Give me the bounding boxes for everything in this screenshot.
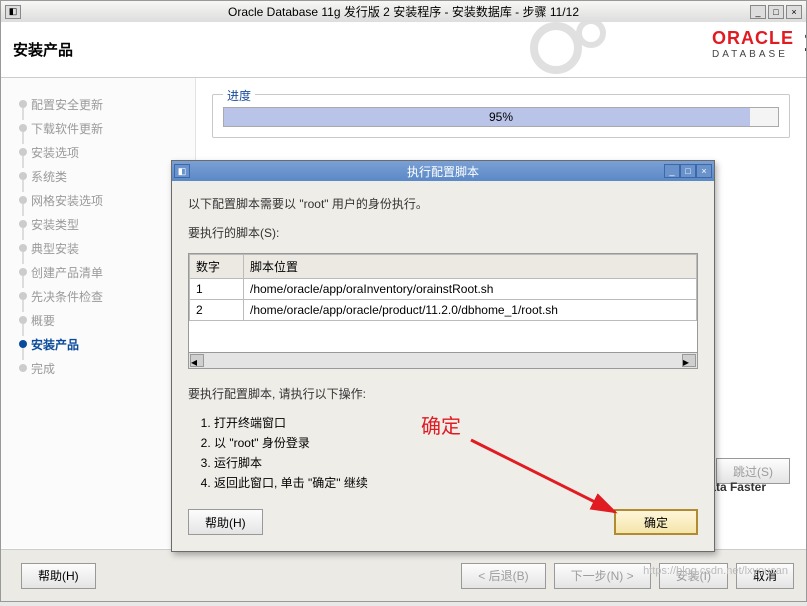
wizard-sidebar: 配置安全更新 下载软件更新 安装选项 系统类 网格安装选项 安装类型 典型安装 … bbox=[1, 78, 196, 548]
sidebar-item-security-updates: 配置安全更新 bbox=[9, 92, 187, 116]
dialog-body: 以下配置脚本需要以 "root" 用户的身份执行。 要执行的脚本(S): 数字 … bbox=[172, 181, 714, 551]
list-item: 以 "root" 身份登录 bbox=[214, 434, 698, 451]
next-button: 下一步(N) > bbox=[554, 563, 651, 589]
scroll-left-icon[interactable]: ◂ bbox=[190, 354, 204, 367]
sidebar-item-prereq-check: 先决条件检查 bbox=[9, 284, 187, 308]
scripts-table: 数字 脚本位置 1 /home/oracle/app/oraInventory/… bbox=[189, 254, 697, 321]
sidebar-item-grid-options: 网格安装选项 bbox=[9, 188, 187, 212]
sidebar-item-finish: 完成 bbox=[9, 356, 187, 380]
cancel-button[interactable]: 取消 bbox=[736, 563, 794, 589]
table-row[interactable]: 2 /home/oracle/app/oracle/product/11.2.0… bbox=[190, 300, 697, 321]
menu-icon[interactable]: ◧ bbox=[5, 5, 21, 19]
horizontal-scrollbar[interactable]: ◂ ▸ bbox=[188, 353, 698, 369]
sidebar-item-install-product: 安装产品 bbox=[9, 332, 187, 356]
sidebar-item-typical-install: 典型安装 bbox=[9, 236, 187, 260]
oracle-logo: ORACLE DATABASE 11g bbox=[712, 28, 794, 60]
dialog-intro-text: 以下配置脚本需要以 "root" 用户的身份执行。 bbox=[188, 195, 698, 212]
list-item: 打开终端窗口 bbox=[214, 414, 698, 431]
scripts-label: 要执行的脚本(S): bbox=[188, 224, 698, 241]
dialog-title: 执行配置脚本 bbox=[407, 163, 479, 180]
sidebar-item-system-class: 系统类 bbox=[9, 164, 187, 188]
dialog-maximize-icon[interactable]: □ bbox=[680, 164, 696, 178]
howto-steps-list: 打开终端窗口 以 "root" 身份登录 运行脚本 返回此窗口, 单击 "确定"… bbox=[214, 414, 698, 491]
dialog-help-button[interactable]: 帮助(H) bbox=[188, 509, 263, 535]
main-window: 安装产品 ORACLE DATABASE 11g 配置安全更新 下载软件更新 安… bbox=[0, 22, 807, 602]
sidebar-item-download-updates: 下载软件更新 bbox=[9, 116, 187, 140]
progress-text: 95% bbox=[224, 110, 778, 124]
maximize-icon[interactable]: □ bbox=[768, 5, 784, 19]
help-button[interactable]: 帮助(H) bbox=[21, 563, 96, 589]
logo-version: 11g bbox=[803, 26, 807, 58]
page-title: 安装产品 bbox=[13, 39, 73, 60]
col-number: 数字 bbox=[190, 255, 244, 279]
dialog-titlebar: ◧ 执行配置脚本 _ □ × bbox=[172, 161, 714, 181]
list-item: 返回此窗口, 单击 "确定" 继续 bbox=[214, 474, 698, 491]
dialog-menu-icon[interactable]: ◧ bbox=[174, 164, 190, 178]
wizard-footer: 帮助(H) < 后退(B) 下一步(N) > 安装(I) 取消 bbox=[1, 549, 806, 601]
ok-button[interactable]: 确定 bbox=[614, 509, 698, 535]
sidebar-item-install-option: 安装选项 bbox=[9, 140, 187, 164]
dialog-close-icon[interactable]: × bbox=[696, 164, 712, 178]
header: 安装产品 ORACLE DATABASE 11g bbox=[1, 22, 806, 78]
list-item: 运行脚本 bbox=[214, 454, 698, 471]
dialog-minimize-icon[interactable]: _ bbox=[664, 164, 680, 178]
scroll-right-icon[interactable]: ▸ bbox=[682, 354, 696, 367]
col-path: 脚本位置 bbox=[244, 255, 697, 279]
progress-bar: 95% bbox=[223, 107, 779, 127]
howto-label: 要执行配置脚本, 请执行以下操作: bbox=[188, 385, 698, 402]
scripts-table-container: 数字 脚本位置 1 /home/oracle/app/oraInventory/… bbox=[188, 253, 698, 353]
progress-legend: 进度 bbox=[223, 87, 255, 104]
logo-line2: DATABASE bbox=[712, 49, 794, 60]
close-icon[interactable]: × bbox=[786, 5, 802, 19]
sidebar-item-summary: 概要 bbox=[9, 308, 187, 332]
window-title: Oracle Database 11g 发行版 2 安装程序 - 安装数据库 -… bbox=[228, 3, 579, 20]
table-row[interactable]: 1 /home/oracle/app/oraInventory/orainstR… bbox=[190, 279, 697, 300]
install-button: 安装(I) bbox=[659, 563, 728, 589]
sidebar-item-create-inventory: 创建产品清单 bbox=[9, 260, 187, 284]
root-scripts-dialog: ◧ 执行配置脚本 _ □ × 以下配置脚本需要以 "root" 用户的身份执行。… bbox=[171, 160, 715, 552]
main-window-titlebar: ◧ Oracle Database 11g 发行版 2 安装程序 - 安装数据库… bbox=[0, 0, 807, 22]
gear-graphic bbox=[496, 22, 616, 78]
sidebar-item-install-type: 安装类型 bbox=[9, 212, 187, 236]
back-button: < 后退(B) bbox=[461, 563, 545, 589]
minimize-icon[interactable]: _ bbox=[750, 5, 766, 19]
logo-line1: ORACLE bbox=[712, 28, 794, 49]
progress-group: 进度 95% bbox=[212, 94, 790, 138]
